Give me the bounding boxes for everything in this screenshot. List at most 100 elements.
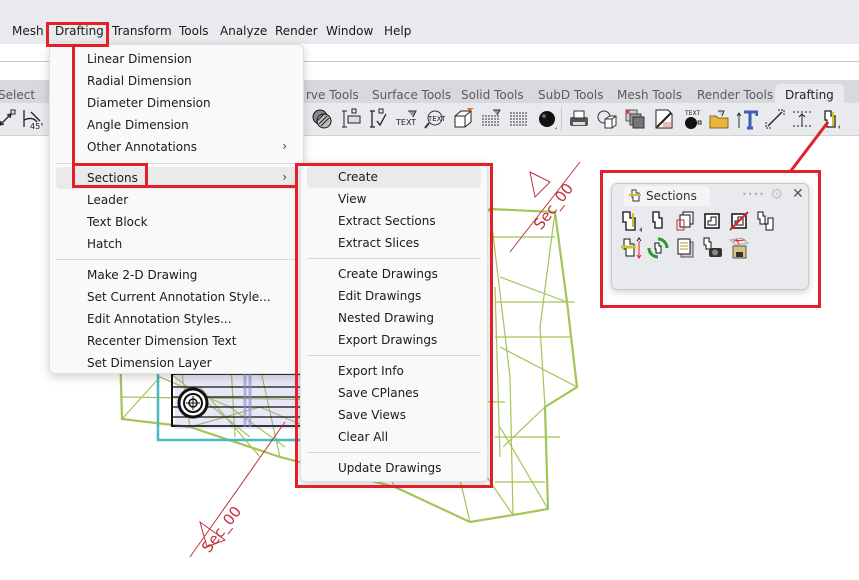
menu-item-other-annotations[interactable]: Other Annotations › <box>56 136 297 158</box>
menu-item-diameter-dimension[interactable]: Diameter Dimension <box>56 92 297 114</box>
menu-item-label: Save Views <box>338 408 406 422</box>
menu-help[interactable]: Help <box>384 24 411 38</box>
menu-item-label: Export Info <box>338 364 404 378</box>
toolbar-separator <box>561 107 562 131</box>
sections-submenu: Create View Extract Sections Extract Sli… <box>300 162 488 482</box>
text-dot-icon[interactable]: TEXT <box>680 107 704 131</box>
menu-item-update-drawings[interactable]: Update Drawings <box>307 457 481 479</box>
clear-drawings-icon[interactable] <box>728 210 750 232</box>
menu-item-create-drawings[interactable]: Create Drawings <box>307 263 481 285</box>
menu-item-export-info[interactable]: Export Info <box>307 360 481 382</box>
close-icon[interactable]: ✕ <box>792 186 804 202</box>
menu-tools[interactable]: Tools <box>179 24 209 38</box>
text-field-icon[interactable] <box>735 107 759 131</box>
annotation-pointer <box>788 121 830 173</box>
menu-item-recenter-dimension-text[interactable]: Recenter Dimension Text <box>56 330 297 352</box>
menu-item-label: Leader <box>87 193 129 207</box>
menu-item-set-current-annotation-style[interactable]: Set Current Annotation Style... <box>56 286 297 308</box>
menu-item-linear-dimension[interactable]: Linear Dimension <box>56 48 297 70</box>
menu-item-edit-drawings[interactable]: Edit Drawings <box>307 285 481 307</box>
menu-item-text-block[interactable]: Text Block <box>56 211 297 233</box>
section-view-icon[interactable] <box>647 210 669 232</box>
menu-item-clear-all[interactable]: Clear All <box>307 426 481 448</box>
hatch-icon[interactable] <box>310 107 334 131</box>
dimension-check-icon[interactable] <box>366 107 390 131</box>
sections-panel: Sections •••• ⚙ ✕ <box>611 183 809 290</box>
menu-item-label: Export Drawings <box>338 333 438 347</box>
save-cplanes-icon[interactable] <box>728 237 750 259</box>
dimension-aligned-icon[interactable] <box>339 107 363 131</box>
menu-item-save-views[interactable]: Save Views <box>307 404 481 426</box>
text-edit-icon[interactable]: TEXT <box>395 107 419 131</box>
menu-item-label: Set Dimension Layer <box>87 356 212 370</box>
tab-subd-tools[interactable]: SubD Tools <box>538 88 603 102</box>
create-drawings-icon[interactable] <box>701 210 723 232</box>
panel-grip-icon[interactable]: •••• <box>742 190 765 199</box>
linear-dimension-icon[interactable] <box>0 107 20 131</box>
menu-item-label: Recenter Dimension Text <box>87 334 237 348</box>
export-info-icon[interactable] <box>674 237 696 259</box>
menu-separator <box>307 258 481 259</box>
menu-item-radial-dimension[interactable]: Radial Dimension <box>56 70 297 92</box>
menu-transform[interactable]: Transform <box>112 24 172 38</box>
menu-item-hatch[interactable]: Hatch <box>56 233 297 255</box>
text-find-icon[interactable]: TEXT <box>422 107 446 131</box>
menu-item-sections[interactable]: Sections › <box>56 167 297 189</box>
menu-item-nested-drawing[interactable]: Nested Drawing <box>307 307 481 329</box>
svg-text:TEXT: TEXT <box>427 115 445 123</box>
menu-drafting[interactable]: Drafting <box>55 24 104 38</box>
svg-text:TEXT: TEXT <box>684 110 700 117</box>
nested-drawing-icon[interactable] <box>755 210 777 232</box>
tab-curve-tools[interactable]: rve Tools <box>306 88 359 102</box>
menu-separator <box>56 163 297 164</box>
menu-item-label: Extract Sections <box>338 214 436 228</box>
make2d-icon[interactable] <box>595 107 619 131</box>
open-folder-icon[interactable] <box>707 107 731 131</box>
tab-solid-tools[interactable]: Solid Tools <box>461 88 524 102</box>
tab-drafting[interactable]: Drafting <box>775 84 844 104</box>
menu-item-export-drawings[interactable]: Export Drawings <box>307 329 481 351</box>
sphere-icon[interactable] <box>535 107 559 131</box>
drafting-menu: Linear Dimension Radial Dimension Diamet… <box>49 44 304 374</box>
menu-mesh[interactable]: Mesh <box>12 24 44 38</box>
annotation-list-icon[interactable] <box>479 107 503 131</box>
menu-item-create[interactable]: Create <box>307 166 481 188</box>
print-icon[interactable] <box>567 107 591 131</box>
menu-item-label: Create <box>338 170 378 184</box>
menu-item-set-dimension-layer[interactable]: Set Dimension Layer <box>56 352 297 374</box>
menu-render[interactable]: Render <box>275 24 318 38</box>
menu-item-extract-slices[interactable]: Extract Slices <box>307 232 481 254</box>
menu-item-label: Clear All <box>338 430 389 444</box>
menu-analyze[interactable]: Analyze <box>220 24 267 38</box>
annotation-table-icon[interactable] <box>507 107 531 131</box>
menu-window[interactable]: Window <box>326 24 373 38</box>
box-edit-icon[interactable] <box>451 107 475 131</box>
menu-item-view[interactable]: View <box>307 188 481 210</box>
menu-separator <box>307 452 481 453</box>
layers-icon[interactable] <box>623 107 647 131</box>
menu-item-make-2d-drawing[interactable]: Make 2-D Drawing <box>56 264 297 286</box>
menu-item-label: Update Drawings <box>338 461 442 475</box>
menu-item-edit-annotation-styles[interactable]: Edit Annotation Styles... <box>56 308 297 330</box>
gear-icon[interactable]: ⚙ <box>770 185 783 203</box>
menu-item-label: Set Current Annotation Style... <box>87 290 271 304</box>
tab-render-tools[interactable]: Render Tools <box>697 88 773 102</box>
tab-mesh-tools[interactable]: Mesh Tools <box>617 88 682 102</box>
section-object <box>171 373 303 429</box>
menu-item-save-cplanes[interactable]: Save CPlanes <box>307 382 481 404</box>
tab-surface-tools[interactable]: Surface Tools <box>372 88 451 102</box>
menu-item-angle-dimension[interactable]: Angle Dimension <box>56 114 297 136</box>
extract-sections-icon[interactable] <box>674 210 696 232</box>
tab-select[interactable]: Select <box>0 88 35 102</box>
angle-dimension-icon[interactable]: 45° <box>20 107 44 131</box>
section-create-icon[interactable] <box>620 210 642 232</box>
menu-item-extract-sections[interactable]: Extract Sections <box>307 210 481 232</box>
update-drawings-icon[interactable] <box>647 237 669 259</box>
hatch-page-icon[interactable] <box>652 107 676 131</box>
svg-text:45°: 45° <box>30 122 43 130</box>
save-views-icon[interactable] <box>701 237 723 259</box>
section-plane-icon[interactable] <box>620 237 642 259</box>
menu-item-leader[interactable]: Leader <box>56 189 297 211</box>
menu-item-label: View <box>338 192 367 206</box>
menu-item-label: Angle Dimension <box>87 118 189 132</box>
